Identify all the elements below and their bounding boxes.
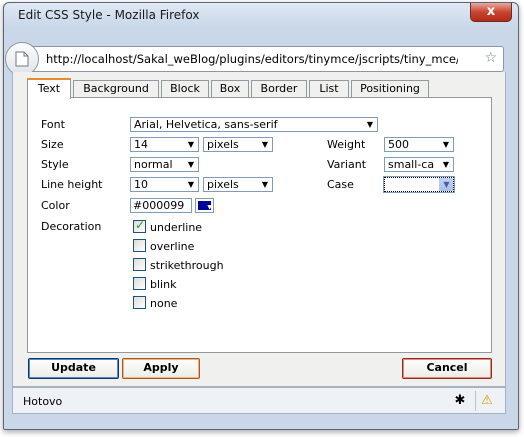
color-picker-button[interactable]: ▼ xyxy=(195,198,214,213)
warning-icon[interactable]: ⚠ xyxy=(478,393,496,409)
checkmark-icon: ✓ xyxy=(135,218,146,232)
decoration-label: Decoration xyxy=(41,220,102,233)
size-unit-select[interactable]: pixels ▼ xyxy=(203,137,273,152)
bookmark-star-icon[interactable]: ☆ xyxy=(484,50,497,66)
update-button[interactable]: Update xyxy=(28,358,119,379)
window-close-button[interactable]: x xyxy=(470,3,512,22)
style-select[interactable]: normal ▼ xyxy=(130,157,199,172)
weight-value: 500 xyxy=(388,138,409,151)
color-label: Color xyxy=(41,199,70,212)
site-identity-button[interactable] xyxy=(5,42,39,76)
case-select[interactable]: ▼ xyxy=(383,176,455,193)
line-height-unit-value: pixels xyxy=(207,178,239,191)
chevron-down-icon: ▼ xyxy=(258,178,272,191)
font-value: Arial, Helvetica, sans-serif xyxy=(134,118,278,131)
strikethrough-checkbox[interactable] xyxy=(133,258,146,271)
tab-background[interactable]: Background xyxy=(73,80,159,98)
tab-positioning[interactable]: Positioning xyxy=(351,80,429,98)
variant-value: small-ca xyxy=(388,158,435,171)
tab-block[interactable]: Block xyxy=(161,80,209,98)
weight-select[interactable]: 500 ▼ xyxy=(384,137,454,152)
style-label: Style xyxy=(41,158,69,171)
title-bar[interactable]: Edit CSS Style - Mozilla Firefox x xyxy=(4,3,518,31)
tab-list[interactable]: List xyxy=(309,80,349,98)
address-bar[interactable]: http://localhost/Sakal_weBlog/plugins/ed… xyxy=(5,42,504,76)
page-icon xyxy=(15,51,29,67)
status-divider xyxy=(475,391,476,411)
status-text: Hotovo xyxy=(23,395,63,408)
chevron-down-icon: ▼ xyxy=(258,138,272,151)
chevron-down-icon: ▼ xyxy=(184,158,198,171)
size-label: Size xyxy=(41,138,64,151)
underline-checkbox[interactable]: ✓ xyxy=(133,218,146,233)
tab-box[interactable]: Box xyxy=(211,80,249,98)
window-title: Edit CSS Style - Mozilla Firefox xyxy=(18,8,200,22)
underline-label: underline xyxy=(150,221,203,234)
style-value: normal xyxy=(134,158,173,171)
size-value: 14 xyxy=(134,138,148,151)
none-label: none xyxy=(150,297,178,310)
line-height-unit-select[interactable]: pixels ▼ xyxy=(203,177,273,192)
overline-label: overline xyxy=(150,240,195,253)
overline-checkbox[interactable] xyxy=(133,239,146,252)
line-height-value: 10 xyxy=(134,178,148,191)
dialog-content: Text Background Block Box Border List Po… xyxy=(12,72,506,387)
none-checkbox[interactable] xyxy=(133,296,146,309)
status-bar: Hotovo ✱ ⚠ xyxy=(12,387,506,414)
line-height-label: Line height xyxy=(41,178,103,191)
chevron-down-icon: ▼ xyxy=(184,178,198,191)
chevron-down-icon: ▼ xyxy=(439,158,453,171)
weight-label: Weight xyxy=(327,138,366,151)
font-select[interactable]: Arial, Helvetica, sans-serif ▼ xyxy=(130,117,378,132)
color-input[interactable]: #000099 xyxy=(130,198,192,213)
cancel-button[interactable]: Cancel xyxy=(402,358,492,379)
line-height-select[interactable]: 10 ▼ xyxy=(130,177,199,192)
apply-button[interactable]: Apply xyxy=(122,358,200,379)
tab-border[interactable]: Border xyxy=(251,80,307,98)
tab-text[interactable]: Text xyxy=(27,78,71,99)
url-text[interactable]: http://localhost/Sakal_weBlog/plugins/ed… xyxy=(46,52,458,66)
chevron-down-icon: ▼ xyxy=(363,118,377,131)
case-label: Case xyxy=(327,178,354,191)
chevron-down-icon: ▼ xyxy=(184,138,198,151)
font-label: Font xyxy=(41,118,65,131)
chevron-down-icon: ▼ xyxy=(207,204,212,211)
size-select[interactable]: 14 ▼ xyxy=(130,137,199,152)
blink-label: blink xyxy=(150,278,177,291)
bug-icon[interactable]: ✱ xyxy=(451,393,469,409)
variant-label: Variant xyxy=(327,158,367,171)
chevron-down-icon: ▼ xyxy=(439,178,453,191)
chevron-down-icon: ▼ xyxy=(439,138,453,151)
text-panel: Font Arial, Helvetica, sans-serif ▼ Size … xyxy=(27,97,492,353)
strikethrough-label: strikethrough xyxy=(150,259,224,272)
size-unit-value: pixels xyxy=(207,138,239,151)
blink-checkbox[interactable] xyxy=(133,277,146,290)
variant-select[interactable]: small-ca ▼ xyxy=(384,157,454,172)
